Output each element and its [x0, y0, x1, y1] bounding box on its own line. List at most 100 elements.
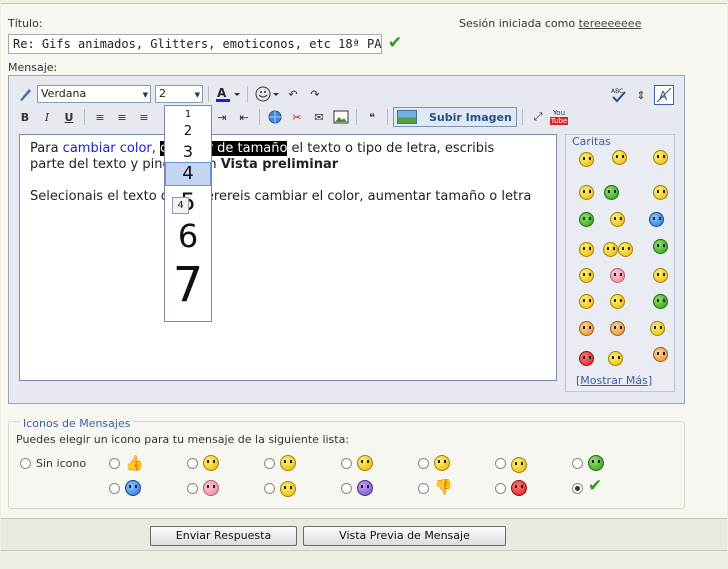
size-option-1[interactable]: 1: [165, 109, 211, 120]
blush-icon[interactable]: [610, 268, 625, 283]
editor-paragraph-2: Selecionais el texto que querereis cambi…: [30, 189, 532, 204]
smiley-menu-button[interactable]: [253, 84, 281, 104]
youtube-tube: Tube: [549, 117, 569, 125]
size-select[interactable]: 2 ▼: [155, 85, 203, 103]
toolbar-row-2: B I U ≡ ≡ ≡ ⇥ ⇤ ✂ ✉ ❝ Subir Imagen ⤢ You…: [15, 106, 569, 128]
two-smileys-icon[interactable]: [618, 242, 633, 257]
icon-radio[interactable]: [341, 483, 352, 494]
laugh-icon[interactable]: [579, 185, 594, 200]
icon-radio[interactable]: [341, 458, 352, 469]
bold-button[interactable]: B: [15, 107, 35, 127]
icon-radio[interactable]: [187, 458, 198, 469]
cat-grin-icon[interactable]: [610, 321, 625, 336]
check-icon: ✔: [388, 33, 403, 53]
alien-icon[interactable]: [604, 185, 619, 200]
indent-icon[interactable]: ⇥: [212, 107, 232, 127]
quote-icon[interactable]: ❝: [362, 107, 382, 127]
upload-image-button[interactable]: Subir Imagen: [393, 107, 517, 127]
icon-radio-none[interactable]: [20, 458, 31, 469]
smiley-icon[interactable]: [612, 150, 627, 165]
toolbar-separator: [208, 86, 209, 102]
grin-green-icon[interactable]: [579, 212, 594, 227]
submit-button[interactable]: Enviar Respuesta: [150, 526, 297, 546]
link-globe-icon[interactable]: [265, 107, 285, 127]
font-select[interactable]: Verdana ▼: [37, 85, 151, 103]
redo-icon[interactable]: ↷: [305, 84, 325, 104]
email-icon[interactable]: ✉: [309, 107, 329, 127]
toolbar-separator: [247, 86, 248, 102]
sad-icon[interactable]: [610, 294, 625, 309]
spellcheck-icon[interactable]: ABC: [609, 85, 629, 105]
submit-bar: Enviar Respuesta Vista Previa de Mensaje: [1, 518, 727, 551]
message-textarea[interactable]: Para cambiar color, cambiar de tamaño el…: [19, 134, 557, 381]
toggle-mode-icon[interactable]: A: [654, 85, 674, 105]
nerd-icon[interactable]: [653, 268, 668, 283]
hat-smiley-icon[interactable]: [653, 239, 668, 254]
question-icon: [125, 480, 141, 496]
outdent-icon[interactable]: ⇤: [234, 107, 254, 127]
svg-text:A: A: [217, 86, 227, 100]
chevron-down-icon: ▼: [142, 91, 148, 99]
unlink-icon[interactable]: ✂: [287, 107, 307, 127]
icon-radio[interactable]: [109, 458, 120, 469]
grin-icon[interactable]: [653, 150, 668, 165]
icon-radio[interactable]: [418, 483, 429, 494]
dance-icon[interactable]: [608, 351, 623, 366]
size-option-7[interactable]: 7: [165, 257, 211, 313]
love-icon[interactable]: [579, 351, 594, 366]
resize-arrows-icon[interactable]: ⇕: [631, 85, 651, 105]
size-option-6[interactable]: 6: [165, 217, 211, 255]
dizzy-icon[interactable]: [579, 268, 594, 283]
expand-icon[interactable]: ⤢: [528, 107, 548, 127]
align-center-icon[interactable]: ≡: [112, 107, 132, 127]
username-link[interactable]: tereeeeeee: [579, 17, 642, 30]
size-tooltip: 4: [172, 197, 189, 214]
title-input[interactable]: Re: Gifs animados, Glitters, emoticonos,…: [8, 34, 382, 54]
size-option-4[interactable]: 4: [165, 162, 211, 186]
size-select-value: 2: [159, 87, 166, 100]
editor-colored-text: cambiar color: [62, 141, 152, 156]
align-left-icon[interactable]: ≡: [90, 107, 110, 127]
cat-icon[interactable]: [579, 321, 594, 336]
icon-radio[interactable]: [264, 483, 275, 494]
icon-radio-selected[interactable]: [572, 483, 583, 494]
grin-icon: [203, 455, 219, 471]
cool-icon[interactable]: [579, 242, 594, 257]
grin-green-icon: [588, 455, 604, 471]
show-more-link[interactable]: Mostrar Más: [580, 374, 648, 387]
undo-icon[interactable]: ↶: [283, 84, 303, 104]
youtube-icon[interactable]: You Tube: [549, 107, 569, 127]
insert-image-icon[interactable]: [331, 107, 351, 127]
icon-radio[interactable]: [495, 458, 506, 469]
tongue-out-icon[interactable]: [650, 321, 665, 336]
youtube-label: You: [552, 109, 566, 117]
smiley-icon[interactable]: [579, 152, 594, 167]
bald-icon[interactable]: [653, 347, 668, 362]
show-more: [Mostrar Más]: [576, 374, 653, 387]
size-option-3[interactable]: 3: [165, 142, 211, 161]
icon-radio[interactable]: [572, 458, 583, 469]
toolbar-separator: [259, 109, 260, 125]
align-right-icon[interactable]: ≡: [134, 107, 154, 127]
icon-radio[interactable]: [264, 458, 275, 469]
session-info: Sesión iniciada como tereeeeeee: [459, 17, 641, 30]
preview-button[interactable]: Vista Previa de Mensaje: [303, 526, 506, 546]
font-select-value: Verdana: [41, 87, 87, 100]
title-label: Título:: [8, 17, 43, 30]
two-smileys-icon[interactable]: [603, 242, 618, 257]
wink-icon[interactable]: [610, 212, 625, 227]
text-color-button[interactable]: A: [214, 84, 242, 104]
size-option-2[interactable]: 2: [165, 124, 211, 139]
tongue-icon[interactable]: [653, 185, 668, 200]
icon-radio[interactable]: [418, 458, 429, 469]
thumbs-up-smiley-icon[interactable]: [649, 212, 664, 227]
confused-icon[interactable]: [579, 294, 594, 309]
italic-button[interactable]: I: [37, 107, 57, 127]
icon-radio[interactable]: [109, 483, 120, 494]
sick-icon[interactable]: [653, 294, 668, 309]
toolbar-separator: [356, 109, 357, 125]
icon-radio[interactable]: [187, 483, 198, 494]
underline-button[interactable]: U: [59, 107, 79, 127]
icon-radio[interactable]: [495, 483, 506, 494]
editor-text: ,: [151, 141, 161, 156]
